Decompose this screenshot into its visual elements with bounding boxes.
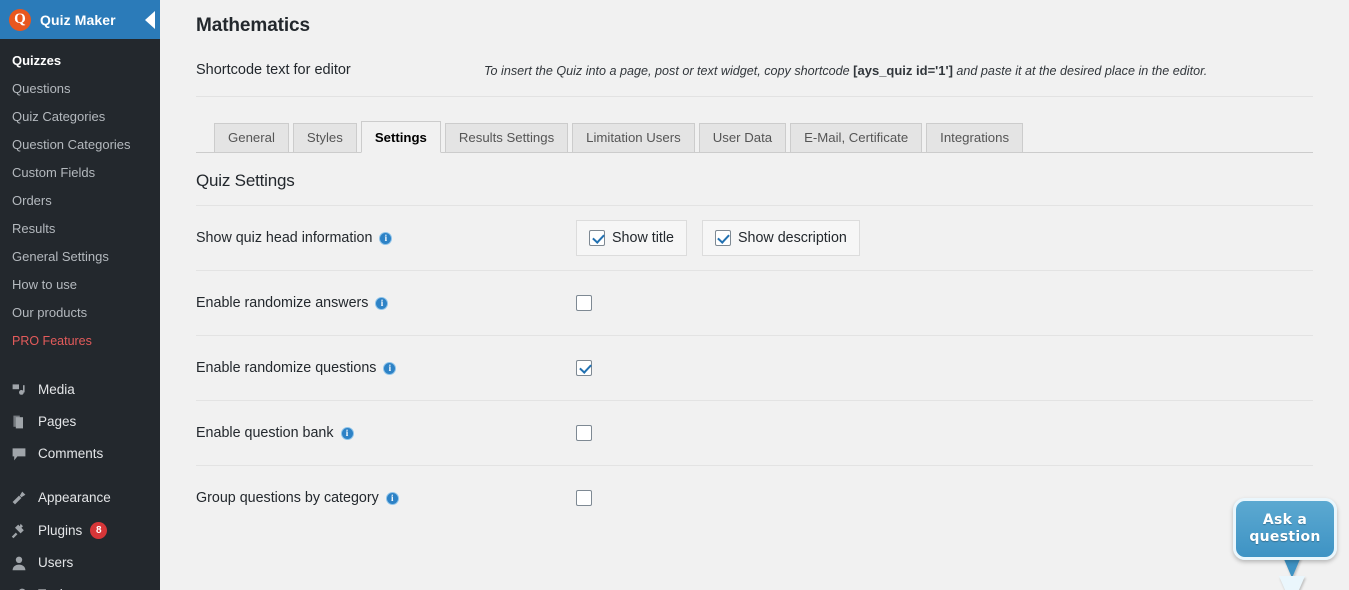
sidebar-item-label: Pages <box>38 414 76 430</box>
checkbox-enable-question-bank[interactable] <box>576 425 592 441</box>
appearance-icon <box>9 490 29 506</box>
tab-styles[interactable]: Styles <box>293 123 357 152</box>
setting-label-text: Enable randomize answers <box>196 295 368 311</box>
sidebar-item-questions[interactable]: Questions <box>0 75 160 103</box>
tab-user-data[interactable]: User Data <box>699 123 786 152</box>
sidebar-item-our-products[interactable]: Our products <box>0 299 160 327</box>
setting-row-enable-randomize-answers: Enable randomize answers i <box>196 270 1313 335</box>
collapse-menu-icon[interactable] <box>138 0 160 39</box>
tab-email-certificate[interactable]: E-Mail, Certificate <box>790 123 922 152</box>
sidebar-item-question-categories[interactable]: Question Categories <box>0 131 160 159</box>
info-icon[interactable]: i <box>341 427 354 440</box>
comments-icon <box>9 446 29 462</box>
setting-label-text: Enable randomize questions <box>196 360 376 376</box>
tab-settings[interactable]: Settings <box>361 121 441 153</box>
sidebar-item-pro-features[interactable]: PRO Features <box>0 327 160 355</box>
setting-row-group-questions-by-category: Group questions by category i <box>196 465 1313 530</box>
setting-row-enable-randomize-questions: Enable randomize questions i <box>196 335 1313 400</box>
sidebar-item-label: Comments <box>38 446 103 462</box>
sidebar-item-users[interactable]: Users <box>0 547 160 579</box>
checkbox-show-title[interactable]: Show title <box>576 220 687 256</box>
users-icon <box>9 555 29 571</box>
settings-tabs: General Styles Settings Results Settings… <box>196 121 1313 153</box>
ask-a-question-label: Ask a question <box>1249 512 1320 546</box>
sidebar-item-orders[interactable]: Orders <box>0 187 160 215</box>
ask-a-question-widget[interactable]: Ask a question <box>1229 492 1341 588</box>
page-title: Mathematics <box>196 12 1313 40</box>
sidebar-item-results[interactable]: Results <box>0 215 160 243</box>
sidebar-item-label: Appearance <box>38 490 111 506</box>
tab-limitation-users[interactable]: Limitation Users <box>572 123 695 152</box>
quiz-maker-header[interactable]: Q Quiz Maker <box>0 0 160 39</box>
setting-label: Enable question bank i <box>196 425 576 441</box>
sidebar-item-quiz-categories[interactable]: Quiz Categories <box>0 103 160 131</box>
setting-control <box>576 490 592 506</box>
main-content: Mathematics Shortcode text for editor To… <box>160 0 1349 590</box>
checkbox-box[interactable] <box>715 230 731 246</box>
setting-label-text: Enable question bank <box>196 425 334 441</box>
setting-label: Group questions by category i <box>196 490 576 506</box>
ask-line-1: Ask a <box>1263 512 1307 528</box>
info-icon[interactable]: i <box>386 492 399 505</box>
checkbox-enable-randomize-answers[interactable] <box>576 295 592 311</box>
sidebar-item-tools[interactable]: Tools <box>0 579 160 590</box>
sidebar-item-label: Plugins <box>38 523 82 539</box>
plugins-update-badge: 8 <box>90 522 107 539</box>
info-icon[interactable]: i <box>375 297 388 310</box>
tab-general[interactable]: General <box>214 123 289 152</box>
checkbox-label: Show description <box>738 230 847 246</box>
sidebar-item-quizzes[interactable]: Quizzes <box>0 47 160 75</box>
sidebar-item-custom-fields[interactable]: Custom Fields <box>0 159 160 187</box>
sidebar-divider <box>0 361 160 371</box>
shortcode-row: Shortcode text for editor To insert the … <box>196 62 1313 97</box>
sidebar-item-comments[interactable]: Comments <box>0 438 160 470</box>
setting-label-text: Show quiz head information <box>196 230 372 246</box>
checkbox-enable-randomize-questions[interactable] <box>576 360 592 376</box>
setting-control <box>576 425 592 441</box>
info-icon[interactable]: i <box>379 232 392 245</box>
plugins-icon <box>9 523 29 539</box>
checkbox-show-description[interactable]: Show description <box>702 220 860 256</box>
setting-row-enable-question-bank: Enable question bank i <box>196 400 1313 465</box>
shortcode-label: Shortcode text for editor <box>196 62 484 78</box>
speech-bubble-icon[interactable]: Ask a question <box>1233 498 1337 560</box>
media-icon <box>9 382 29 398</box>
sidebar-item-pages[interactable]: Pages <box>0 406 160 438</box>
sidebar-item-label: Users <box>38 555 73 571</box>
checkbox-box[interactable] <box>589 230 605 246</box>
tab-integrations[interactable]: Integrations <box>926 123 1023 152</box>
setting-row-show-quiz-head-information: Show quiz head information i Show title … <box>196 205 1313 270</box>
setting-label-text: Group questions by category <box>196 490 379 506</box>
sidebar-item-plugins[interactable]: Plugins 8 <box>0 514 160 547</box>
pages-icon <box>9 414 29 430</box>
wordpress-menu: Media Pages Comments <box>0 371 160 590</box>
sidebar-item-general-settings[interactable]: General Settings <box>0 243 160 271</box>
quiz-maker-logo-icon: Q <box>9 9 31 31</box>
shortcode-text-before: To insert the Quiz into a page, post or … <box>484 64 853 78</box>
setting-control <box>576 360 592 376</box>
setting-label: Show quiz head information i <box>196 230 576 246</box>
quiz-maker-title: Quiz Maker <box>40 12 116 28</box>
checkbox-group-questions-by-category[interactable] <box>576 490 592 506</box>
shortcode-code[interactable]: [ays_quiz id='1'] <box>853 63 953 78</box>
admin-page: Q Quiz Maker Quizzes Questions Quiz Cate… <box>0 0 1349 590</box>
admin-sidebar: Q Quiz Maker Quizzes Questions Quiz Cate… <box>0 0 160 590</box>
sidebar-item-label: Media <box>38 382 75 398</box>
sidebar-item-appearance[interactable]: Appearance <box>0 482 160 514</box>
setting-label: Enable randomize questions i <box>196 360 576 376</box>
setting-control <box>576 295 592 311</box>
shortcode-text-after: and paste it at the desired place in the… <box>953 64 1207 78</box>
tab-results-settings[interactable]: Results Settings <box>445 123 568 152</box>
setting-control: Show title Show description <box>576 220 875 256</box>
sidebar-item-media[interactable]: Media <box>0 374 160 406</box>
setting-label: Enable randomize answers i <box>196 295 576 311</box>
sidebar-divider <box>0 470 160 482</box>
quiz-maker-submenu: Quizzes Questions Quiz Categories Questi… <box>0 39 160 361</box>
info-icon[interactable]: i <box>383 362 396 375</box>
checkbox-label: Show title <box>612 230 674 246</box>
ask-line-2: question <box>1249 529 1320 545</box>
shortcode-description: To insert the Quiz into a page, post or … <box>484 63 1207 78</box>
sidebar-item-how-to-use[interactable]: How to use <box>0 271 160 299</box>
section-title-quiz-settings: Quiz Settings <box>196 171 1313 191</box>
